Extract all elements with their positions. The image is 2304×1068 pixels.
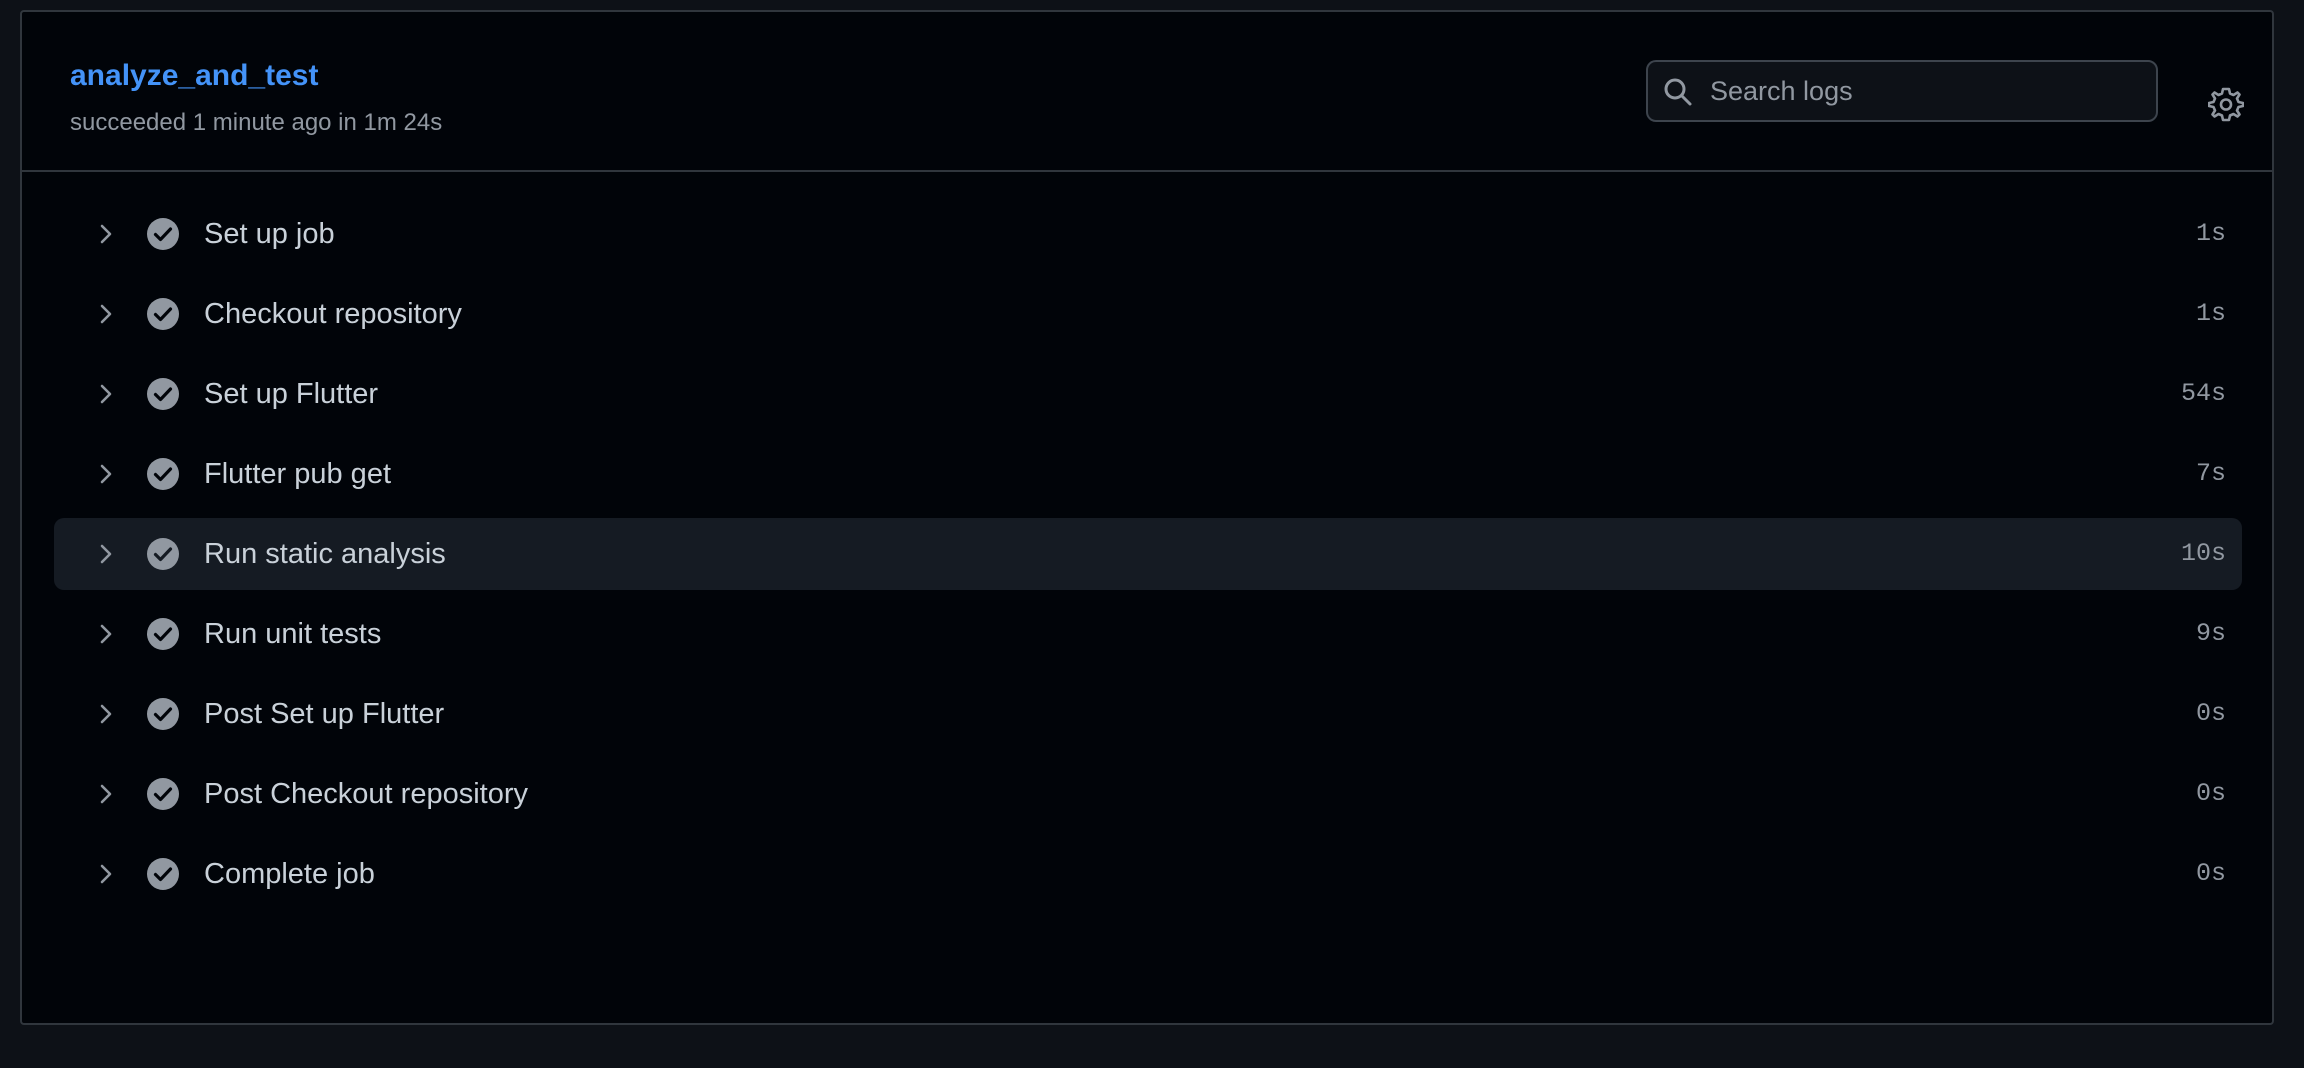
gear-icon[interactable] (2208, 86, 2244, 122)
step-row[interactable]: Set up job 1s (54, 198, 2242, 270)
step-label: Checkout repository (204, 298, 462, 330)
step-duration: 10s (2180, 539, 2226, 568)
step-duration: 7s (2195, 459, 2226, 488)
search-logs-input[interactable] (1710, 62, 2140, 120)
step-duration: 0s (2195, 779, 2226, 808)
check-circle-icon (147, 218, 179, 250)
check-circle-icon (147, 698, 179, 730)
step-label: Post Set up Flutter (204, 698, 445, 730)
step-duration: 0s (2195, 699, 2226, 728)
job-status-summary: succeeded 1 minute ago in 1m 24s (70, 109, 443, 136)
steps-list: Set up job 1s Checkout repository 1s Set… (54, 198, 2242, 918)
search-icon (1664, 78, 1692, 106)
chevron-right-icon (100, 784, 112, 804)
step-row[interactable]: Checkout repository 1s (54, 278, 2242, 350)
step-duration: 1s (2195, 219, 2226, 248)
chevron-right-icon (100, 384, 112, 404)
step-row[interactable]: Flutter pub get 7s (54, 438, 2242, 510)
step-label: Set up job (204, 218, 335, 250)
check-circle-icon (147, 858, 179, 890)
job-header: analyze_and_test succeeded 1 minute ago … (22, 12, 2272, 172)
chevron-right-icon (100, 544, 112, 564)
job-log-panel: analyze_and_test succeeded 1 minute ago … (20, 10, 2274, 1025)
check-circle-icon (147, 458, 179, 490)
step-row[interactable]: Complete job 0s (54, 838, 2242, 910)
step-label: Complete job (204, 858, 375, 890)
step-duration: 54s (2180, 379, 2226, 408)
step-row[interactable]: Post Checkout repository 0s (54, 758, 2242, 830)
check-circle-icon (147, 538, 179, 570)
check-circle-icon (147, 378, 179, 410)
job-title-link[interactable]: analyze_and_test (70, 56, 318, 96)
step-duration: 9s (2195, 619, 2226, 648)
chevron-right-icon (100, 464, 112, 484)
step-label: Set up Flutter (204, 378, 379, 410)
step-row[interactable]: Set up Flutter 54s (54, 358, 2242, 430)
step-label: Run unit tests (204, 618, 382, 650)
chevron-right-icon (100, 704, 112, 724)
step-row[interactable]: Run unit tests 9s (54, 598, 2242, 670)
check-circle-icon (147, 618, 179, 650)
search-logs-box[interactable] (1646, 60, 2158, 122)
chevron-right-icon (100, 224, 112, 244)
step-label: Run static analysis (204, 538, 446, 570)
check-circle-icon (147, 778, 179, 810)
step-duration: 0s (2195, 859, 2226, 888)
step-row[interactable]: Post Set up Flutter 0s (54, 678, 2242, 750)
step-label: Flutter pub get (204, 458, 391, 490)
chevron-right-icon (100, 864, 112, 884)
chevron-right-icon (100, 304, 112, 324)
step-duration: 1s (2195, 299, 2226, 328)
step-row[interactable]: Run static analysis 10s (54, 518, 2242, 590)
chevron-right-icon (100, 624, 112, 644)
step-label: Post Checkout repository (204, 778, 528, 810)
check-circle-icon (147, 298, 179, 330)
